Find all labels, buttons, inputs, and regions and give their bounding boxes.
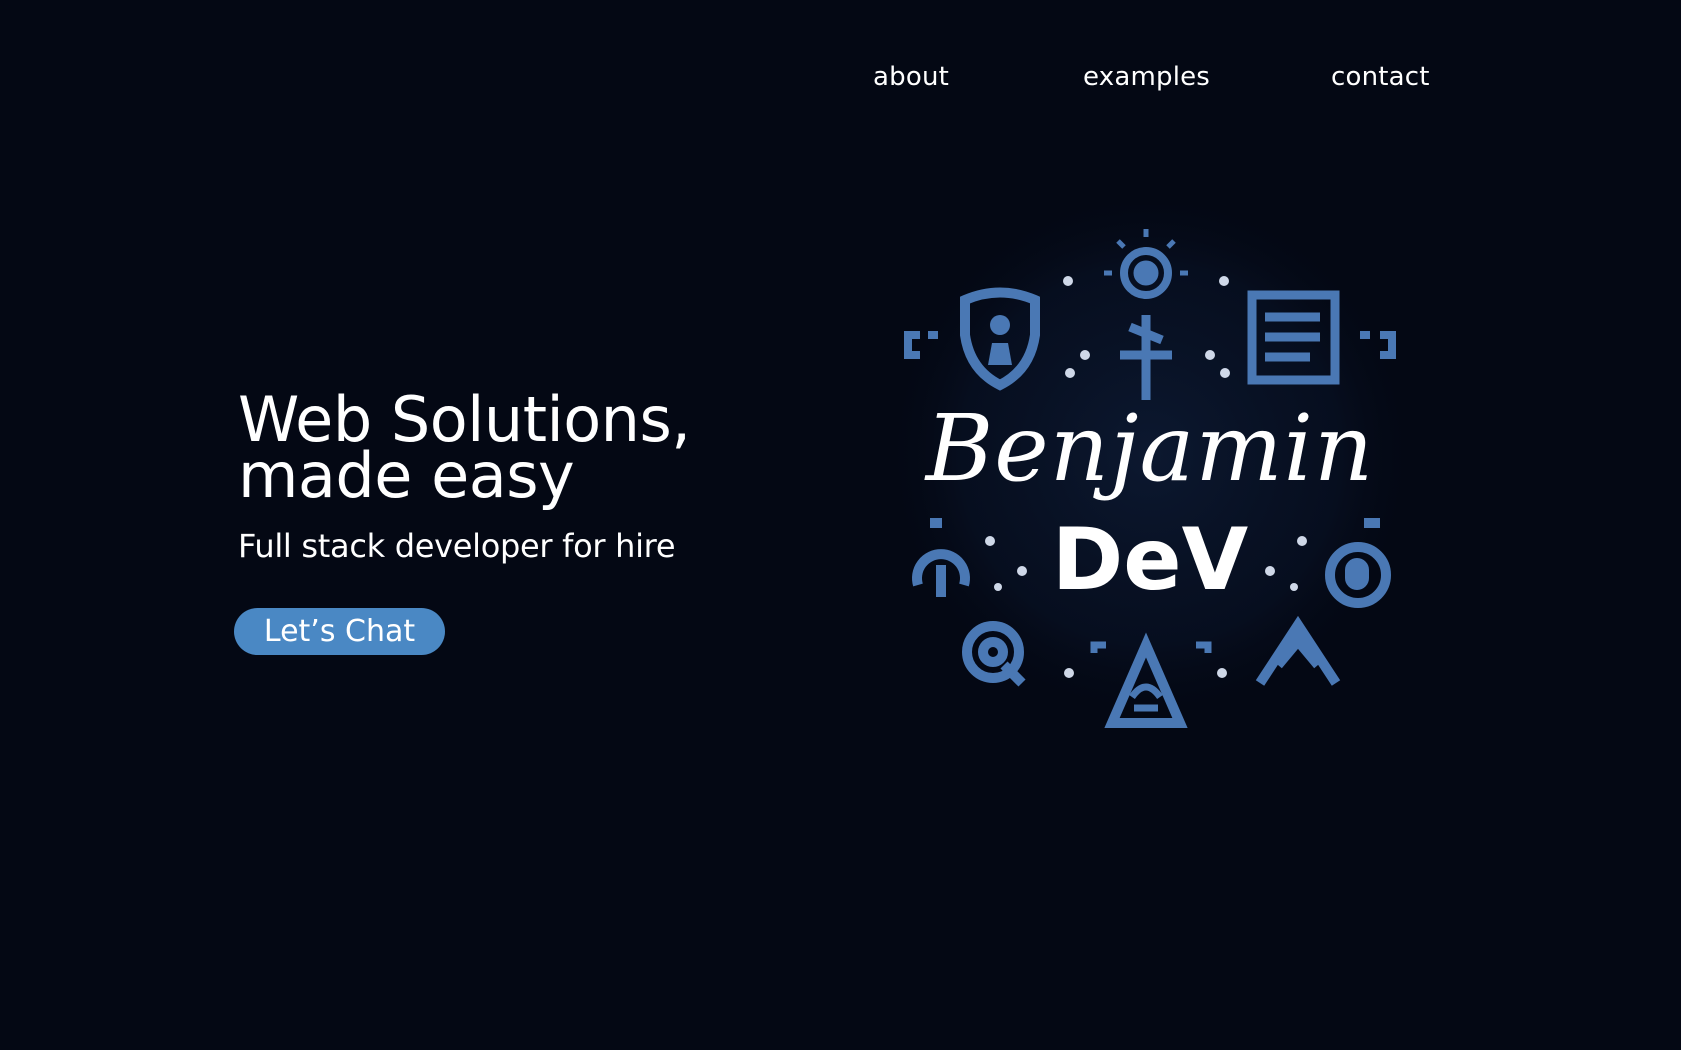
brand-logo: Benjamin DeV <box>880 205 1420 765</box>
hero-section: Web Solutions, made easy Full stack deve… <box>238 389 758 566</box>
logo-text-dev: DeV <box>1051 510 1249 610</box>
top-nav: about examples contact <box>0 58 1681 98</box>
nav-link-examples[interactable]: examples <box>1083 62 1210 92</box>
nav-link-about[interactable]: about <box>873 62 949 92</box>
hero-title-line2: made easy <box>238 439 575 512</box>
lets-chat-button[interactable]: Let’s Chat <box>234 608 445 655</box>
hero-title: Web Solutions, made easy <box>238 389 758 507</box>
nav-link-contact[interactable]: contact <box>1331 62 1430 92</box>
landing-page: about examples contact Web Solutions, ma… <box>0 0 1681 1050</box>
hero-subtitle: Full stack developer for hire <box>238 527 676 565</box>
logo-text-name: Benjamin <box>925 395 1375 502</box>
